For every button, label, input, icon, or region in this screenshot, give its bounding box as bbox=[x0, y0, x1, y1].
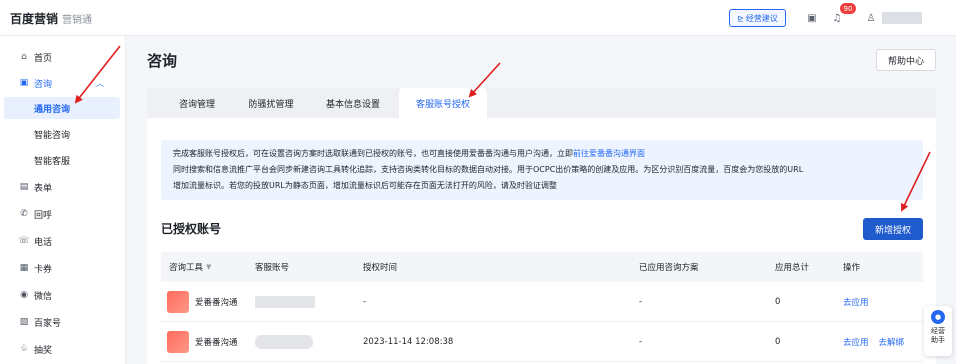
sidebar-item-form[interactable]: ▤ 表单 bbox=[0, 176, 126, 198]
sidebar-item-consult[interactable]: ▣ 咨询 ︿ bbox=[0, 72, 126, 94]
sidebar-item-wechat[interactable]: ◉ 微信 bbox=[0, 284, 126, 306]
sidebar-item-label: 微信 bbox=[34, 291, 53, 302]
unbind-link[interactable]: 去解绑 bbox=[879, 336, 905, 348]
notice-line-2: 同时搜索和信息流推广平台会同步新建咨询工具转化追踪，支持咨询类转化目标的数据自动… bbox=[173, 165, 804, 174]
document-icon[interactable]: ▣ bbox=[803, 9, 821, 27]
sidebar-item-label: 电话 bbox=[34, 237, 53, 248]
filter-icon[interactable]: ▼ bbox=[206, 263, 211, 271]
account-redacted bbox=[255, 296, 315, 308]
phone-icon: ☏ bbox=[18, 236, 30, 246]
logo[interactable]: 百度营销 营销通 bbox=[10, 10, 92, 27]
time-cell: - bbox=[363, 297, 367, 307]
account-redacted bbox=[255, 335, 313, 349]
content-panel: 完成客服账号授权后，可在设置咨询方案时选取联通到已授权的账号，也可直接使用爱番番… bbox=[147, 118, 936, 364]
sidebar-item-label: 咨询 bbox=[34, 79, 53, 90]
avatar bbox=[167, 291, 189, 313]
tab-bar: 咨询管理 防骚扰管理 基本信息设置 客服账号授权 bbox=[147, 88, 936, 118]
logo-sub: 营销通 bbox=[62, 15, 93, 26]
chevron-up-icon: ︿ bbox=[96, 78, 104, 88]
sidebar-subitem-smart-consult[interactable]: 智能咨询 bbox=[0, 123, 126, 145]
sidebar-item-label: 回呼 bbox=[34, 210, 53, 221]
tool-cell: 爱番番沟通 bbox=[167, 322, 238, 362]
coupon-icon: ▦ bbox=[19, 263, 29, 273]
column-header-plan: 已应用咨询方案 bbox=[639, 263, 699, 273]
tool-name: 爱番番沟通 bbox=[195, 298, 238, 308]
business-assistant-widget[interactable]: ● 经营助手 bbox=[924, 306, 952, 356]
lottery-icon: ♧ bbox=[19, 344, 29, 354]
sidebar-item-home[interactable]: ⌂ 首页 bbox=[0, 46, 126, 68]
plan-cell: - bbox=[639, 297, 643, 307]
avatar bbox=[167, 331, 189, 353]
total-cell: 0 bbox=[775, 337, 781, 347]
sidebar-item-label: 百家号 bbox=[34, 318, 62, 329]
apply-link[interactable]: 去应用 bbox=[843, 296, 869, 308]
top-bar: 百度营销 营销通 ⊵ 经营建议 ▣ ♫ 90 ♙ bbox=[0, 0, 956, 36]
tool-name: 爱番番沟通 bbox=[195, 338, 238, 348]
assistant-label: 经营助手 bbox=[931, 327, 945, 344]
account-cell bbox=[255, 322, 313, 362]
account-cell bbox=[255, 282, 315, 322]
business-advice-label: 经营建议 bbox=[745, 13, 778, 23]
assistant-icon: ● bbox=[931, 310, 945, 324]
column-header-actions: 操作 bbox=[843, 263, 861, 273]
sidebar-item-label: 智能咨询 bbox=[34, 130, 71, 141]
tab-basic-info-settings[interactable]: 基本信息设置 bbox=[311, 88, 395, 118]
logo-mark: 百度营销 bbox=[10, 12, 59, 26]
sidebar-item-callback[interactable]: ✆ 回呼 bbox=[0, 203, 126, 225]
sidebar-item-coupon[interactable]: ▦ 卡券 bbox=[0, 257, 126, 279]
business-advice-button[interactable]: ⊵ 经营建议 bbox=[729, 9, 786, 27]
notice-text: 完成客服账号授权后，可在设置咨询方案时选取联通到已授权的账号，也可直接使用爱番番… bbox=[173, 149, 573, 158]
actions-cell: 去应用 去解绑 bbox=[843, 322, 914, 362]
sidebar-item-label: 卡券 bbox=[34, 264, 53, 275]
help-center-button[interactable]: 帮助中心 bbox=[876, 49, 936, 71]
actions-cell: 去应用 bbox=[843, 282, 879, 322]
tab-anti-harassment[interactable]: 防骚扰管理 bbox=[237, 88, 305, 118]
wechat-icon: ◉ bbox=[20, 290, 28, 300]
consult-icon: ▣ bbox=[19, 78, 29, 88]
time-cell: 2023-11-14 12:08:38 bbox=[363, 337, 454, 347]
callback-icon: ✆ bbox=[20, 209, 28, 219]
info-notice: 完成客服账号授权后，可在设置咨询方案时选取联通到已授权的账号，也可直接使用爱番番… bbox=[161, 140, 923, 200]
username-redacted[interactable] bbox=[882, 12, 922, 24]
home-icon: ⌂ bbox=[21, 52, 27, 62]
column-header-time: 授权时间 bbox=[363, 263, 398, 273]
sidebar-item-label: 抽奖 bbox=[34, 345, 53, 356]
column-header-account: 客服账号 bbox=[255, 263, 290, 273]
notice-line-1: 完成客服账号授权后，可在设置咨询方案时选取联通到已授权的账号，也可直接使用爱番番… bbox=[173, 146, 911, 162]
notice-line-3: 增加流量标识。若您的投放URL为静态页面，增加流量标识后可能存在页面无法打开的风… bbox=[173, 181, 557, 190]
tab-consult-management[interactable]: 咨询管理 bbox=[161, 88, 233, 118]
sidebar-item-baijiahao[interactable]: ▧ 百家号 bbox=[0, 311, 126, 333]
sidebar-item-label: 通用咨询 bbox=[34, 104, 71, 115]
sidebar-item-label: 首页 bbox=[34, 53, 53, 64]
user-icon[interactable]: ♙ bbox=[862, 9, 880, 27]
open-aifanfan-link[interactable]: 前往爱番番沟通界面 bbox=[573, 149, 645, 158]
sidebar: ⌂ 首页 ▣ 咨询 ︿ 通用咨询 智能咨询 智能客服 ▤ 表单 ✆ 回呼 ☏ 电… bbox=[0, 36, 126, 364]
column-label: 咨询工具 bbox=[169, 263, 204, 273]
add-authorization-button[interactable]: 新增授权 bbox=[863, 218, 923, 240]
apply-link[interactable]: 去应用 bbox=[843, 336, 869, 348]
column-header-tool[interactable]: 咨询工具 ▼ bbox=[169, 252, 211, 282]
total-cell: 0 bbox=[775, 297, 781, 307]
sidebar-item-lottery[interactable]: ♧ 抽奖 bbox=[0, 338, 126, 360]
sidebar-subitem-general-consult[interactable]: 通用咨询 bbox=[4, 97, 120, 119]
section-title: 已授权账号 bbox=[161, 222, 222, 236]
sidebar-item-label: 表单 bbox=[34, 183, 53, 194]
table-row: 爱番番沟通 2023-11-14 12:08:38 - 0 去应用 去解绑 bbox=[161, 322, 923, 362]
sidebar-subitem-smart-service[interactable]: 智能客服 bbox=[0, 149, 126, 171]
notification-badge: 90 bbox=[840, 3, 856, 14]
chart-icon: ⊵ bbox=[737, 13, 744, 23]
tool-cell: 爱番番沟通 bbox=[167, 282, 238, 322]
form-icon: ▤ bbox=[19, 182, 29, 192]
baijiahao-icon: ▧ bbox=[19, 317, 29, 327]
tab-service-account-authorization[interactable]: 客服账号授权 bbox=[399, 88, 487, 118]
table-row: 爱番番沟通 - - 0 去应用 bbox=[161, 282, 923, 322]
sidebar-item-label: 智能客服 bbox=[34, 156, 71, 167]
sidebar-item-phone[interactable]: ☏ 电话 bbox=[0, 230, 126, 252]
plan-cell: - bbox=[639, 337, 643, 347]
page-title: 咨询 bbox=[147, 52, 178, 70]
column-header-total: 应用总计 bbox=[775, 263, 810, 273]
table-header: 咨询工具 ▼ 客服账号 授权时间 已应用咨询方案 应用总计 操作 bbox=[161, 252, 923, 282]
